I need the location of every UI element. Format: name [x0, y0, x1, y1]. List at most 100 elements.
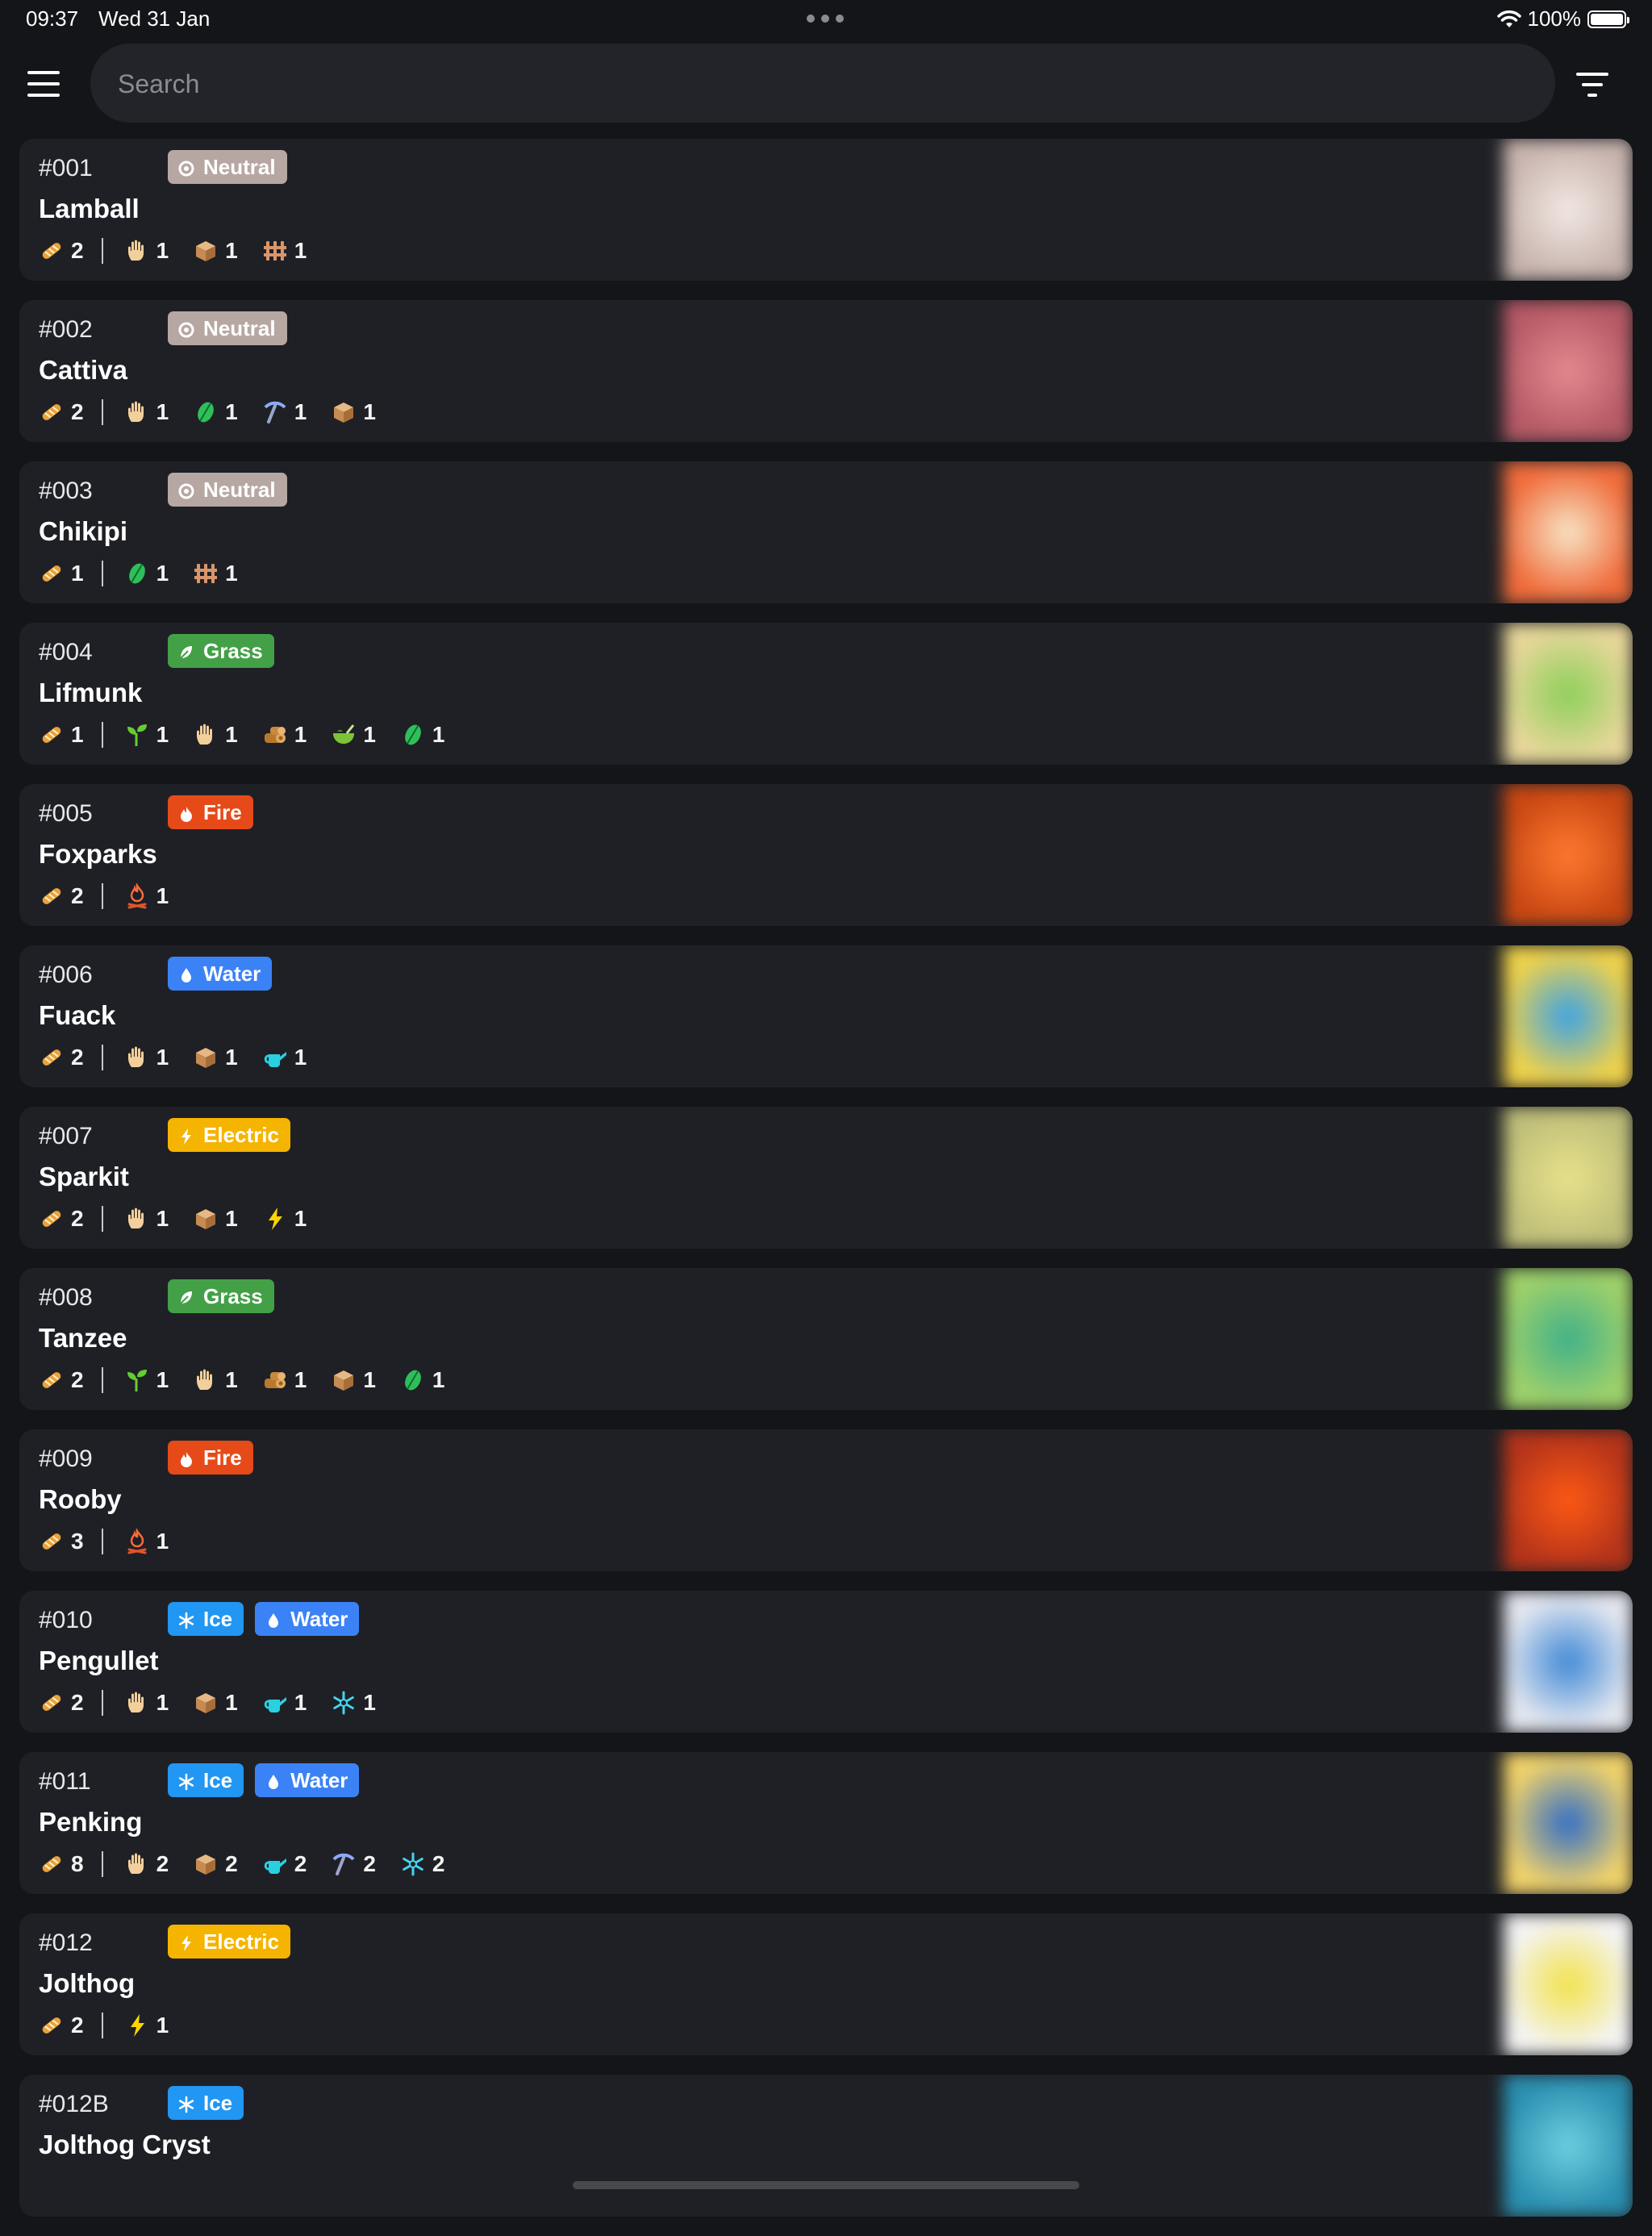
- pal-card[interactable]: #006 Water Fuack 2 1 1 1: [19, 945, 1633, 1087]
- top-bar: [0, 44, 1652, 124]
- pal-thumbnail: [1504, 461, 1633, 603]
- divider: [101, 2013, 103, 2038]
- handiwork-icon: [124, 399, 150, 425]
- watering-icon: [262, 1851, 288, 1877]
- food-stat: 2: [39, 883, 84, 909]
- work-suitability-row: 21: [39, 881, 193, 912]
- work-level: 1: [156, 1367, 169, 1392]
- battery-icon: [1587, 10, 1629, 28]
- mining-icon: [331, 1851, 357, 1877]
- pal-card[interactable]: #012 Electric Jolthog 2 1: [19, 1913, 1633, 2055]
- food-value: 2: [71, 399, 84, 424]
- planting-stat: 1: [124, 1367, 169, 1393]
- pal-list[interactable]: #001 Neutral Lamball 2 1 1 1 #002 Neutral Cattiva…: [19, 139, 1633, 2236]
- food-stat: 1: [39, 722, 84, 748]
- handiwork-icon: [193, 722, 219, 748]
- watering-stat: 1: [262, 1045, 307, 1070]
- work-level: 1: [225, 238, 238, 263]
- transporting-icon: [193, 1206, 219, 1232]
- water-type-icon: [177, 965, 195, 982]
- planting-icon: [124, 722, 150, 748]
- pal-name: Jolthog: [39, 1968, 136, 1998]
- type-badges: Electric: [168, 1118, 290, 1152]
- pal-number: #007: [39, 1123, 93, 1149]
- water-type-icon: [265, 1771, 282, 1789]
- pal-number: #008: [39, 1284, 93, 1311]
- watering-stat: 1: [262, 1690, 307, 1716]
- kindling-icon: [124, 1527, 150, 1554]
- handiwork-icon: [124, 238, 150, 264]
- home-indicator[interactable]: [573, 2181, 1079, 2189]
- pal-card[interactable]: #005 Fire Foxparks 2 1: [19, 784, 1633, 926]
- type-label: Grass: [203, 1283, 263, 1308]
- lumbering-icon: [262, 1367, 288, 1393]
- pal-card[interactable]: #003 Neutral Chikipi 1 1 1: [19, 461, 1633, 603]
- work-level: 2: [294, 1851, 307, 1876]
- handiwork-stat: 1: [124, 238, 169, 264]
- electricity-stat: 1: [262, 1206, 307, 1232]
- lumbering-stat: 1: [262, 722, 307, 748]
- type-badges: Fire: [168, 1441, 253, 1475]
- pal-card[interactable]: #002 Neutral Cattiva 2 1 1 1 1: [19, 300, 1633, 442]
- pal-card[interactable]: #010 Ice Water Pengullet 2 1 1 1 1: [19, 1591, 1633, 1733]
- food-stat: 2: [39, 1206, 84, 1232]
- medicine-stat: 1: [331, 722, 376, 748]
- pal-name: Sparkit: [39, 1162, 129, 1191]
- food-value: 2: [71, 2013, 84, 2038]
- pal-card[interactable]: #012B Ice Jolthog Cryst: [19, 2075, 1633, 2217]
- food-icon: [39, 238, 65, 264]
- menu-button[interactable]: [27, 71, 60, 97]
- gathering-icon: [124, 561, 150, 586]
- food-icon: [39, 561, 65, 586]
- pal-name: Penking: [39, 1807, 143, 1837]
- handiwork-stat: 2: [124, 1851, 169, 1877]
- food-stat: 2: [39, 399, 84, 425]
- farming-icon: [262, 238, 288, 264]
- electricity-icon: [262, 1206, 288, 1232]
- pal-card[interactable]: #004 Grass Lifmunk 1 1 1 1 1 1: [19, 623, 1633, 765]
- pal-card[interactable]: #011 Ice Water Penking 8 2 2 2 2 2: [19, 1752, 1633, 1894]
- pal-number: #003: [39, 478, 93, 504]
- type-label: Ice: [203, 2090, 233, 2115]
- multitasking-dots-icon[interactable]: [807, 15, 844, 23]
- pal-card[interactable]: #001 Neutral Lamball 2 1 1 1: [19, 139, 1633, 281]
- divider: [101, 1529, 103, 1554]
- pal-number: #009: [39, 1445, 93, 1472]
- type-badge: Neutral: [168, 311, 287, 345]
- divider: [101, 1851, 103, 1877]
- pal-thumbnail: [1504, 945, 1633, 1087]
- pal-name: Rooby: [39, 1484, 122, 1514]
- pal-name: Foxparks: [39, 839, 157, 869]
- watering-stat: 2: [262, 1851, 307, 1877]
- food-stat: 1: [39, 561, 84, 586]
- work-level: 2: [225, 1851, 238, 1876]
- work-level: 2: [363, 1851, 376, 1876]
- type-badge: Fire: [168, 1441, 253, 1475]
- cooling-stat: 1: [331, 1690, 376, 1716]
- pal-number: #001: [39, 155, 93, 181]
- electricity-stat: 1: [124, 2013, 169, 2038]
- pal-card[interactable]: #007 Electric Sparkit 2 1 1 1: [19, 1107, 1633, 1249]
- food-icon: [39, 1206, 65, 1232]
- type-label: Water: [290, 1606, 348, 1631]
- farming-stat: 1: [262, 238, 307, 264]
- work-level: 1: [225, 561, 238, 586]
- type-badge: Neutral: [168, 473, 287, 507]
- food-icon: [39, 1690, 65, 1716]
- food-icon: [39, 722, 65, 748]
- pal-card[interactable]: #009 Fire Rooby 3 1: [19, 1429, 1633, 1571]
- filter-button[interactable]: [1576, 73, 1608, 97]
- search-bar[interactable]: [90, 44, 1555, 124]
- food-value: 3: [71, 1529, 84, 1554]
- pal-number: #012: [39, 1929, 93, 1956]
- work-level: 1: [225, 722, 238, 747]
- handiwork-icon: [193, 1367, 219, 1393]
- gathering-stat: 1: [124, 561, 169, 586]
- work-suitability-row: 2 1 1 1 1: [39, 397, 400, 428]
- handiwork-icon: [124, 1206, 150, 1232]
- search-input[interactable]: [116, 44, 1531, 124]
- pal-card[interactable]: #008 Grass Tanzee 2 1 1 1 1 1: [19, 1268, 1633, 1410]
- pal-name: Lamball: [39, 194, 140, 223]
- divider: [101, 1206, 103, 1232]
- pal-thumbnail: [1504, 139, 1633, 281]
